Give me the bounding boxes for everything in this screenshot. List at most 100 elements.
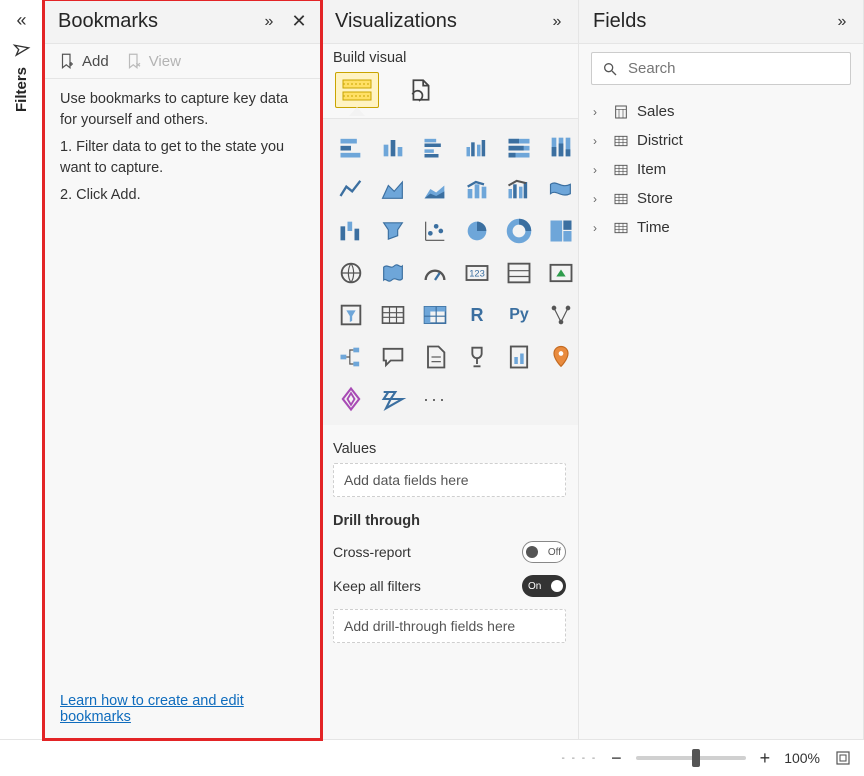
r-visual-icon[interactable]: R	[459, 297, 495, 333]
zoom-in-button[interactable]: +	[760, 748, 771, 769]
chevron-right-icon: ›	[593, 163, 605, 177]
bookmark-view-label: View	[149, 53, 181, 70]
chevron-right-icon: ›	[593, 192, 605, 206]
field-label: District	[637, 132, 683, 149]
smart-narrative-icon[interactable]	[417, 339, 453, 375]
decomposition-tree-icon[interactable]	[333, 339, 369, 375]
qna-icon[interactable]	[375, 339, 411, 375]
power-apps-visual-icon[interactable]	[333, 381, 369, 417]
get-more-visuals-button[interactable]: ···	[417, 381, 453, 417]
paginated-report-icon[interactable]	[501, 339, 537, 375]
treemap-icon[interactable]	[543, 213, 579, 249]
zoom-slider[interactable]	[636, 756, 746, 760]
map-icon[interactable]	[333, 255, 369, 291]
cross-report-toggle[interactable]: Off	[522, 541, 566, 563]
chevron-right-icon: ›	[593, 221, 605, 235]
search-icon	[602, 61, 618, 77]
bookmarks-close-button[interactable]: ✕	[288, 11, 310, 33]
drill-through-dropzone[interactable]: Add drill-through fields here	[333, 609, 566, 643]
zoom-bar: - - - - − + 100%	[0, 740, 864, 776]
multi-row-card-icon[interactable]	[501, 255, 537, 291]
fields-search[interactable]	[591, 52, 851, 85]
bookmarks-intro-line: Use bookmarks to capture key data for yo…	[60, 89, 304, 131]
bookmark-add-icon	[58, 52, 76, 70]
field-label: Time	[637, 219, 670, 236]
bookmarks-collapse-button[interactable]: »	[258, 11, 280, 33]
bookmarks-title: Bookmarks	[58, 10, 158, 33]
visualizations-pane: Visualizations » Build visual	[321, 0, 579, 739]
stacked-area-chart-icon[interactable]	[417, 171, 453, 207]
filters-pane-collapsed[interactable]: « Filters	[0, 0, 44, 739]
scatter-chart-icon[interactable]	[417, 213, 453, 249]
keep-all-filters-label: Keep all filters	[333, 578, 421, 594]
field-table-item[interactable]: › Item	[583, 155, 859, 184]
keep-all-filters-toggle[interactable]: On	[522, 575, 566, 597]
key-influencers-icon[interactable]	[543, 297, 579, 333]
build-visual-label: Build visual	[321, 44, 578, 66]
table-calc-icon	[613, 104, 629, 120]
bookmarks-header: Bookmarks » ✕	[44, 0, 320, 44]
field-table-time[interactable]: › Time	[583, 213, 859, 242]
fields-pane: Fields » › Sales ›	[579, 0, 864, 739]
filters-label: Filters	[13, 67, 30, 112]
donut-chart-icon[interactable]	[501, 213, 537, 249]
arcgis-map-icon[interactable]	[543, 339, 579, 375]
visualizations-title: Visualizations	[335, 10, 457, 33]
stacked-column-chart-icon[interactable]	[375, 129, 411, 165]
kpi-icon[interactable]	[543, 255, 579, 291]
visual-type-grid: 123 R Py ···	[321, 119, 578, 425]
power-automate-visual-icon[interactable]	[375, 381, 411, 417]
zoom-out-button[interactable]: −	[611, 748, 622, 769]
cross-report-label: Cross-report	[333, 544, 411, 560]
ribbon-chart-icon[interactable]	[543, 171, 579, 207]
goals-icon[interactable]	[459, 339, 495, 375]
clustered-column-chart-icon[interactable]	[459, 129, 495, 165]
field-table-district[interactable]: › District	[583, 126, 859, 155]
fields-title: Fields	[593, 10, 646, 33]
filled-map-icon[interactable]	[375, 255, 411, 291]
pie-chart-icon[interactable]	[459, 213, 495, 249]
fields-list: › Sales › District › Item › Stor	[579, 93, 863, 246]
matrix-icon[interactable]	[417, 297, 453, 333]
fields-header: Fields »	[579, 0, 863, 44]
filters-expand-icon[interactable]: «	[0, 6, 43, 35]
bookmark-view-button: View	[125, 52, 181, 70]
python-visual-icon[interactable]: Py	[501, 297, 537, 333]
bookmarks-learn-link[interactable]: Learn how to create and edit bookmarks	[60, 693, 244, 725]
funnel-chart-icon[interactable]	[375, 213, 411, 249]
waterfall-chart-icon[interactable]	[333, 213, 369, 249]
drill-through-label: Drill through	[321, 497, 578, 535]
field-label: Sales	[637, 103, 675, 120]
line-stacked-column-chart-icon[interactable]	[459, 171, 495, 207]
visualizations-header: Visualizations »	[321, 0, 578, 44]
format-visual-tab[interactable]	[399, 72, 443, 108]
build-visual-tab[interactable]	[335, 72, 379, 108]
fields-search-input[interactable]	[626, 59, 840, 78]
card-icon[interactable]: 123	[459, 255, 495, 291]
hundred-stacked-bar-chart-icon[interactable]	[501, 129, 537, 165]
stacked-bar-chart-icon[interactable]	[333, 129, 369, 165]
table-icon	[613, 191, 629, 207]
values-label: Values	[321, 425, 578, 463]
table-icon[interactable]	[375, 297, 411, 333]
slicer-icon[interactable]	[333, 297, 369, 333]
bookmark-add-button[interactable]: Add	[58, 52, 109, 70]
line-clustered-column-chart-icon[interactable]	[501, 171, 537, 207]
clustered-bar-chart-icon[interactable]	[417, 129, 453, 165]
fields-collapse-button[interactable]: »	[831, 11, 853, 33]
hundred-stacked-column-chart-icon[interactable]	[543, 129, 579, 165]
table-icon	[613, 162, 629, 178]
fit-to-page-button[interactable]	[834, 749, 852, 767]
field-table-sales[interactable]: › Sales	[583, 97, 859, 126]
field-table-store[interactable]: › Store	[583, 184, 859, 213]
page-nav-dots: - - - -	[562, 753, 598, 764]
values-dropzone[interactable]: Add data fields here	[333, 463, 566, 497]
bookmark-add-label: Add	[82, 53, 109, 70]
gauge-icon[interactable]	[417, 255, 453, 291]
table-icon	[613, 220, 629, 236]
area-chart-icon[interactable]	[375, 171, 411, 207]
zoom-value: 100%	[784, 750, 820, 766]
visualizations-collapse-button[interactable]: »	[546, 11, 568, 33]
line-chart-icon[interactable]	[333, 171, 369, 207]
viz-mode-tabs	[321, 66, 578, 108]
